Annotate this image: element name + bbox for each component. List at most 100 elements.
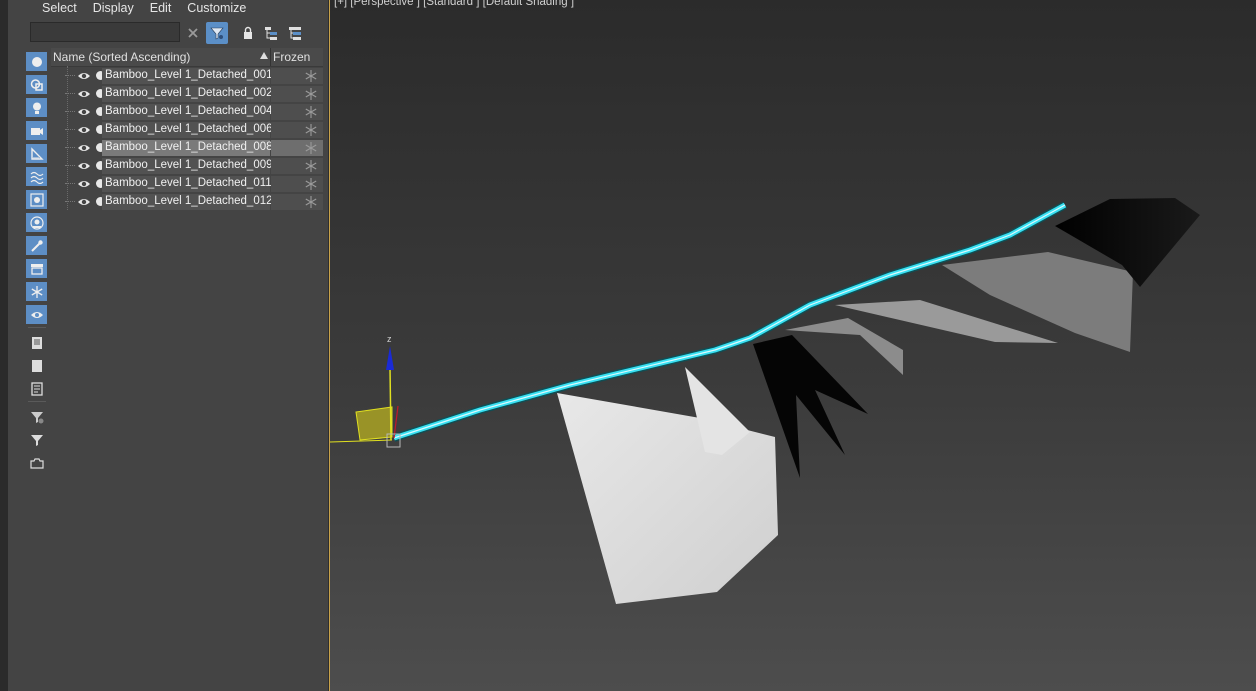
shapes-icon	[30, 78, 43, 91]
geometry-icon	[31, 56, 42, 67]
table-row[interactable]: Bamboo_Level 1_Detached_012	[51, 193, 323, 211]
display-none-icon	[31, 359, 42, 372]
scene-explorer: Select Display Edit Customize Name (Sort…	[8, 0, 329, 691]
hierarchy-icon	[265, 27, 277, 40]
sort-hierarchy-button[interactable]	[260, 22, 282, 44]
search-input[interactable]	[30, 22, 180, 42]
viewport-scene: z	[330, 198, 1200, 604]
eye-icon[interactable]	[77, 178, 91, 190]
table-row[interactable]: Bamboo_Level 1_Detached_002	[51, 85, 323, 103]
layer-hierarchy-button[interactable]	[284, 22, 306, 44]
helpers-icon	[30, 146, 44, 160]
column-header-name[interactable]: Name (Sorted Ascending)	[53, 50, 190, 64]
display-bones-button[interactable]	[26, 236, 47, 255]
row-name-label: Bamboo_Level 1_Detached_001	[105, 69, 273, 81]
filter-options-button[interactable]	[26, 407, 47, 426]
display-lights-button[interactable]	[26, 98, 47, 117]
window-left-edge	[0, 0, 8, 691]
display-geometry-button[interactable]	[26, 52, 47, 71]
eye-icon[interactable]	[77, 106, 91, 118]
display-frozen-button[interactable]	[26, 282, 47, 301]
display-xrefs-button[interactable]	[26, 213, 47, 232]
display-containers-button[interactable]	[26, 259, 47, 278]
table-row[interactable]: Bamboo_Level 1_Detached_009	[51, 157, 323, 175]
filter-toggle-button[interactable]	[206, 22, 228, 44]
hidden-icon	[30, 311, 43, 318]
display-all-button[interactable]	[26, 333, 47, 352]
filter-icon	[210, 27, 224, 40]
sidebar-separator	[28, 401, 46, 402]
snowflake-icon[interactable]	[304, 195, 318, 209]
table-row[interactable]: Bamboo_Level 1_Detached_004	[51, 103, 323, 121]
transform-gizmo[interactable]: z	[330, 334, 401, 448]
filter-icon	[30, 434, 43, 446]
xrefs-icon	[29, 215, 44, 230]
column-header-frozen[interactable]: Frozen	[273, 50, 310, 64]
bones-icon	[30, 239, 43, 252]
table-header: Name (Sorted Ascending) Frozen	[51, 48, 323, 67]
layer-icon	[29, 457, 44, 469]
row-name-label: Bamboo_Level 1_Detached_006	[105, 123, 273, 135]
explorer-menubar: Select Display Edit Customize	[8, 0, 328, 18]
column-divider[interactable]	[270, 48, 271, 66]
tree-line	[67, 66, 69, 210]
display-none-button[interactable]	[26, 356, 47, 375]
gizmo-z-arrow[interactable]	[386, 346, 394, 370]
row-name-label: Bamboo_Level 1_Detached_012	[105, 195, 273, 207]
display-all-icon	[31, 336, 42, 349]
layer-hierarchy-icon	[289, 27, 301, 40]
row-name-label: Bamboo_Level 1_Detached_011	[105, 177, 272, 189]
invert-display-button[interactable]	[26, 379, 47, 398]
gizmo-z-label: z	[387, 334, 392, 344]
sidebar-separator	[28, 327, 46, 328]
display-helpers-button[interactable]	[26, 144, 47, 163]
display-groups-button[interactable]	[26, 190, 47, 209]
display-cameras-button[interactable]	[26, 121, 47, 140]
menu-select[interactable]: Select	[42, 0, 77, 18]
containers-icon	[30, 263, 43, 275]
display-hidden-button[interactable]	[26, 305, 47, 324]
eye-icon[interactable]	[77, 196, 91, 208]
row-name-label: Bamboo_Level 1_Detached_008	[105, 141, 273, 153]
lock-button[interactable]	[237, 22, 259, 44]
display-spacewarps-button[interactable]	[26, 167, 47, 186]
perspective-viewport[interactable]: [+] [Perspective ] [Standard ] [Default …	[330, 0, 1256, 691]
snowflake-icon[interactable]	[304, 159, 318, 173]
snowflake-icon[interactable]	[304, 141, 318, 155]
explorer-toolbar	[8, 20, 328, 46]
clear-search-button[interactable]	[182, 22, 204, 44]
frozen-icon	[30, 285, 43, 298]
spacewarps-icon	[30, 171, 43, 184]
display-shapes-button[interactable]	[26, 75, 47, 94]
menu-customize[interactable]: Customize	[187, 0, 246, 18]
menu-edit[interactable]: Edit	[150, 0, 172, 18]
table-row[interactable]: Bamboo_Level 1_Detached_008	[51, 139, 323, 157]
snowflake-icon[interactable]	[304, 69, 318, 83]
lights-icon	[32, 102, 41, 114]
eye-icon[interactable]	[77, 124, 91, 136]
table-row[interactable]: Bamboo_Level 1_Detached_001	[51, 67, 323, 85]
groups-icon	[29, 192, 44, 207]
table-row[interactable]: Bamboo_Level 1_Detached_006	[51, 121, 323, 139]
gizmo-z-axis[interactable]	[389, 367, 392, 441]
snowflake-icon[interactable]	[304, 123, 318, 137]
table-row[interactable]: Bamboo_Level 1_Detached_011	[51, 175, 323, 193]
eye-icon[interactable]	[77, 70, 91, 82]
leaf-large-white[interactable]	[557, 393, 778, 604]
eye-icon[interactable]	[77, 142, 91, 154]
snowflake-icon[interactable]	[304, 87, 318, 101]
snowflake-icon[interactable]	[304, 177, 318, 191]
lock-icon	[244, 26, 252, 39]
eye-icon[interactable]	[77, 160, 91, 172]
row-name-label: Bamboo_Level 1_Detached_009	[105, 159, 273, 171]
eye-icon[interactable]	[77, 88, 91, 100]
invert-display-icon	[30, 381, 43, 396]
sort-ascending-icon	[260, 52, 268, 59]
filter-options-icon	[30, 411, 43, 423]
layer-button[interactable]	[26, 453, 47, 472]
menu-display[interactable]: Display	[93, 0, 134, 18]
filter-button[interactable]	[26, 430, 47, 449]
cameras-icon	[30, 127, 43, 135]
snowflake-icon[interactable]	[304, 105, 318, 119]
row-name-label: Bamboo_Level 1_Detached_004	[105, 105, 273, 117]
